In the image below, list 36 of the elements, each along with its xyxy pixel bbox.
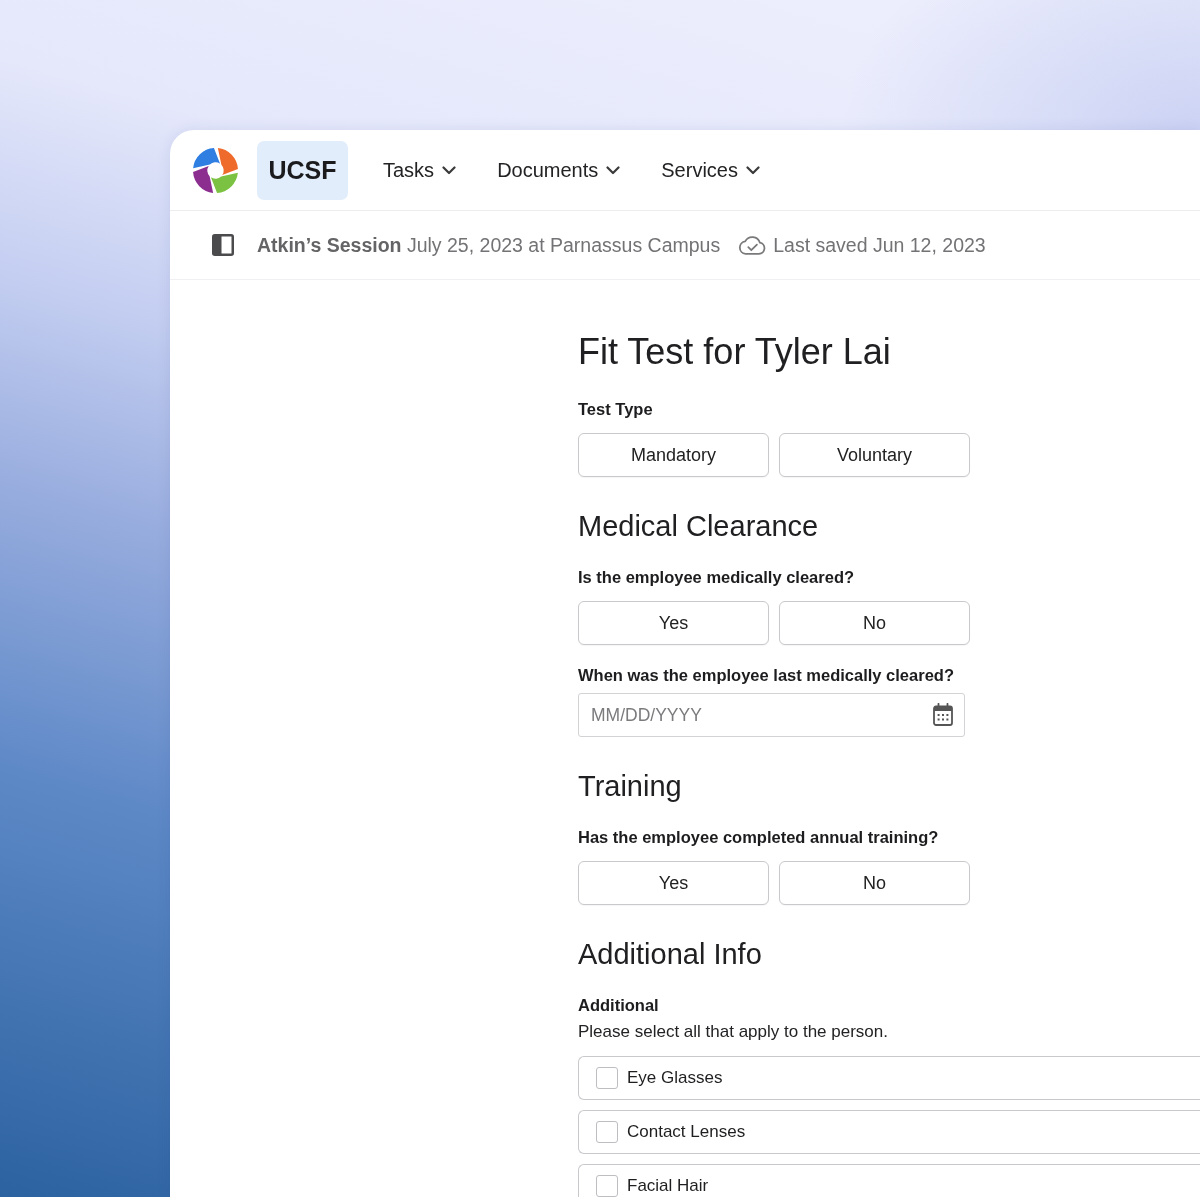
section-heading: Additional Info xyxy=(578,937,763,972)
option-button[interactable]: No xyxy=(779,861,970,905)
chevron-down-icon xyxy=(606,165,621,175)
logo-icon xyxy=(193,147,238,193)
field-label: Has the employee completed annual training? xyxy=(578,827,940,848)
section-heading: Training xyxy=(578,769,683,804)
option-button[interactable]: Mandatory xyxy=(578,433,769,477)
field-hint: Please select all that apply to the person. xyxy=(578,1021,889,1043)
field-label: Additional xyxy=(578,995,660,1016)
field-label: Is the employee medically cleared? xyxy=(578,567,856,588)
session-info: Atkin’s Session July 25, 2023 at Parnassus Campus xyxy=(257,233,721,257)
chevron-down-icon xyxy=(746,165,760,175)
field-label: Test Type xyxy=(578,399,654,420)
page-title: Fit Test for Tyler Lai xyxy=(578,330,892,374)
option-button[interactable]: Voluntary xyxy=(779,433,970,477)
option-button[interactable]: Yes xyxy=(578,861,769,905)
option-button[interactable]: No xyxy=(779,601,970,645)
checkbox-option[interactable]: Eye Glasses xyxy=(578,1056,1200,1100)
save-status: Last saved Jun 12, 2023 xyxy=(773,233,986,257)
section-heading: Medical Clearance xyxy=(578,509,820,544)
calendar-icon[interactable] xyxy=(933,703,953,726)
nav-menu-button[interactable]: Documents xyxy=(497,158,621,182)
nav-menu-button[interactable]: Services xyxy=(661,158,760,182)
checkbox[interactable] xyxy=(596,1121,618,1143)
nav-menu-button[interactable]: Tasks xyxy=(383,158,457,182)
cloud-check-icon xyxy=(738,235,767,255)
checkbox-option[interactable]: Contact Lenses xyxy=(578,1110,1200,1154)
brand-link[interactable]: UCSF xyxy=(257,140,348,200)
sidebar-icon[interactable] xyxy=(212,234,234,256)
chevron-down-icon xyxy=(442,165,457,175)
checkbox[interactable] xyxy=(596,1175,618,1197)
field-label: When was the employee last medically cleared? xyxy=(578,665,955,686)
option-button[interactable]: Yes xyxy=(578,601,769,645)
checkbox-option[interactable]: Facial Hair xyxy=(578,1164,1200,1197)
date-input-field[interactable]: MM/DD/YYYY xyxy=(578,693,965,737)
checkbox[interactable] xyxy=(596,1067,618,1089)
